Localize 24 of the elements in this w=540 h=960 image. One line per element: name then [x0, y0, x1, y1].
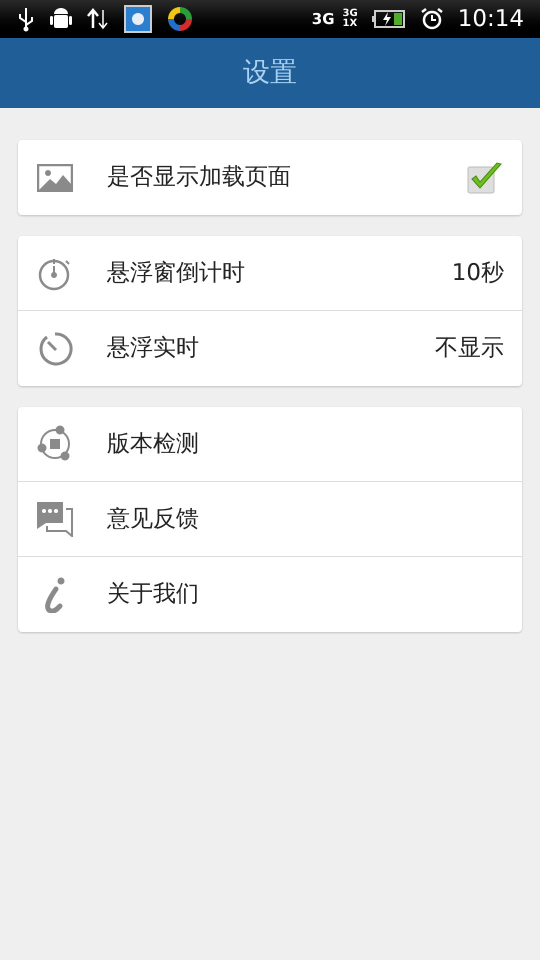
page-title: 设置	[243, 56, 297, 90]
clock-time: 10:14	[458, 8, 524, 30]
network-type: 3G	[312, 12, 335, 26]
setting-label: 版本检测	[107, 430, 199, 459]
timer-icon	[37, 330, 73, 366]
app-icon	[166, 5, 194, 33]
signal-label: 1X	[342, 19, 358, 29]
battery-icon	[372, 9, 406, 29]
setting-label: 关于我们	[107, 580, 199, 610]
usb-icon	[16, 6, 36, 32]
setting-label: 是否显示加载页面	[107, 163, 291, 192]
setting-value: 不显示	[435, 334, 504, 364]
setting-label: 意见反馈	[107, 504, 199, 534]
data-transfer-icon	[86, 6, 110, 32]
alarm-icon	[420, 7, 444, 31]
setting-value: 10秒	[452, 258, 504, 288]
setting-label: 悬浮窗倒计时	[107, 258, 245, 288]
app-icon	[124, 5, 152, 33]
image-icon	[37, 164, 73, 192]
chat-icon	[36, 501, 74, 537]
setting-label: 悬浮实时	[107, 334, 199, 364]
sync-icon	[37, 425, 73, 463]
signal-label: 3G	[342, 9, 358, 19]
checkbox[interactable]	[466, 160, 504, 194]
